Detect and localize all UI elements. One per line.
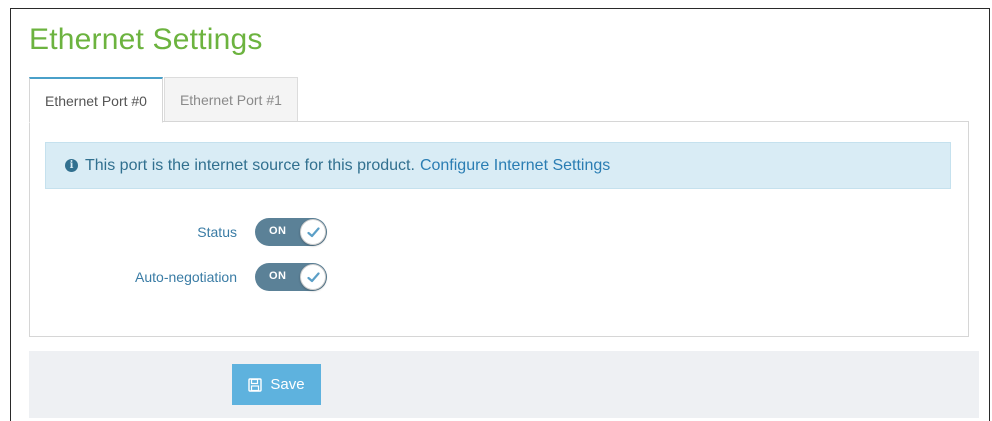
auto-negotiation-row: Auto-negotiation ON xyxy=(30,263,430,293)
auto-negotiation-toggle-text: ON xyxy=(269,270,287,282)
info-circle-icon: i xyxy=(65,159,78,172)
tab-ethernet-port-0[interactable]: Ethernet Port #0 xyxy=(29,77,163,123)
status-row: Status ON xyxy=(30,218,430,248)
auto-negotiation-label: Auto-negotiation xyxy=(135,269,237,285)
save-button-label: Save xyxy=(270,376,305,393)
status-toggle-text: ON xyxy=(269,225,287,237)
check-icon xyxy=(300,219,326,245)
floppy-disk-icon xyxy=(248,377,263,392)
status-toggle[interactable]: ON xyxy=(255,218,327,246)
save-button[interactable]: Save xyxy=(232,364,321,405)
tab-panel: i This port is the internet source for t… xyxy=(29,121,969,337)
status-label: Status xyxy=(197,224,237,240)
info-banner: i This port is the internet source for t… xyxy=(45,142,951,189)
settings-window: Ethernet Settings Ethernet Port #0 Ether… xyxy=(10,8,990,421)
configure-internet-settings-link[interactable]: Configure Internet Settings xyxy=(420,157,610,175)
tab-ethernet-port-1[interactable]: Ethernet Port #1 xyxy=(163,77,298,123)
port-tabs: Ethernet Port #0 Ethernet Port #1 xyxy=(29,77,298,123)
page-title: Ethernet Settings xyxy=(29,23,263,56)
info-banner-text: This port is the internet source for thi… xyxy=(85,156,415,174)
check-icon xyxy=(300,264,326,290)
auto-negotiation-toggle[interactable]: ON xyxy=(255,263,327,291)
form-footer: Save xyxy=(29,351,979,418)
